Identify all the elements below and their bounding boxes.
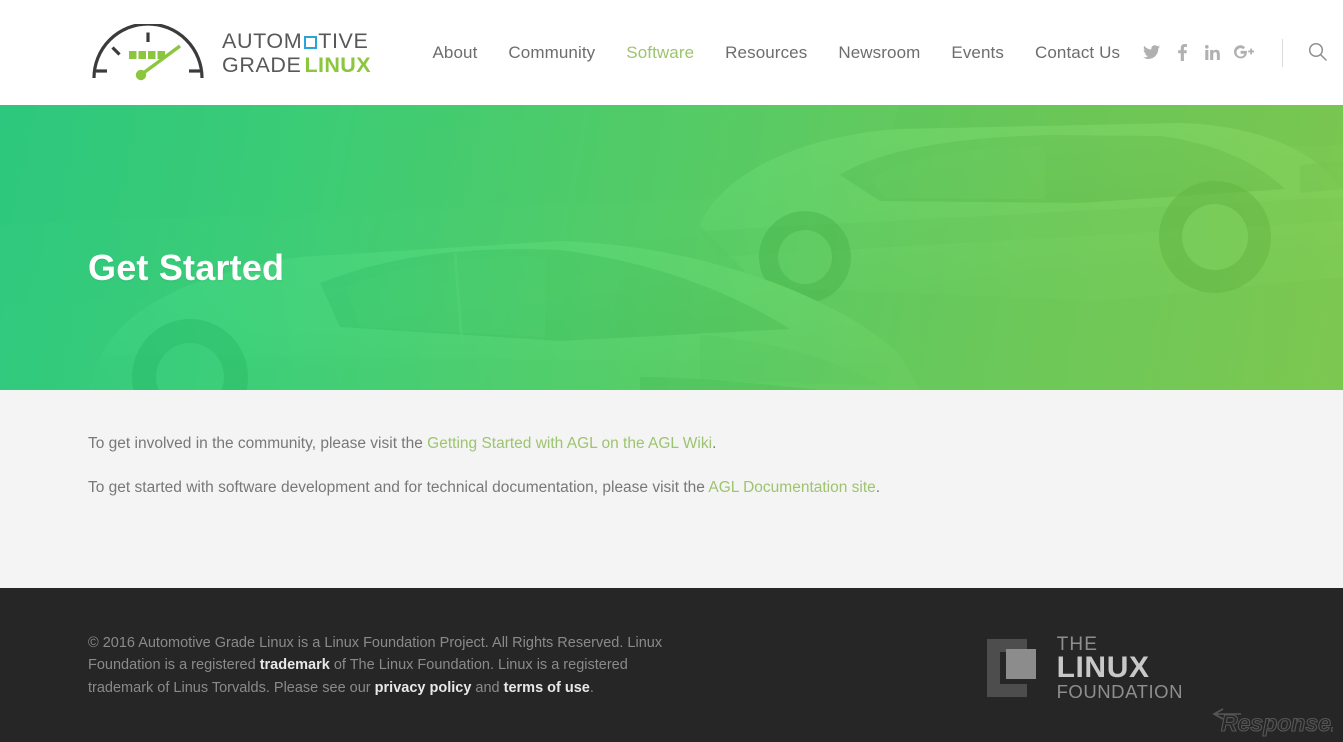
nav-item-about[interactable]: About	[417, 43, 493, 63]
legal-part-4: .	[589, 679, 594, 696]
header-utilities	[1136, 37, 1343, 69]
nav-item-software[interactable]: Software	[611, 43, 710, 63]
page-title: Get Started	[88, 246, 285, 288]
facebook-icon[interactable]	[1167, 37, 1198, 69]
nav-item-contact-us[interactable]: Contact Us	[1019, 43, 1135, 63]
paragraph1-text-before: To get involved in the community, please…	[88, 435, 428, 452]
brand-linux: LINUX	[304, 52, 371, 77]
paragraph2-text-after: .	[875, 479, 881, 497]
hero-banner: Get Started	[0, 105, 1343, 390]
nav-item-newsroom[interactable]: Newsroom	[823, 43, 936, 63]
search-button[interactable]	[1303, 38, 1333, 68]
paragraph2-text-before: To get started with software development…	[88, 479, 709, 497]
lf-foundation-text: FOUNDATION	[1056, 681, 1183, 703]
search-icon	[1308, 42, 1327, 64]
nav-item-community[interactable]: Community	[493, 43, 611, 63]
site-header: AUTOM TIVE GRADE LINUX About Community S…	[0, 0, 1343, 105]
brand-wordmark: AUTOM TIVE GRADE LINUX	[222, 29, 371, 76]
nav-item-resources[interactable]: Resources	[710, 43, 823, 63]
brand-automotive-post: TIVE	[318, 29, 369, 53]
brand-o-square-icon	[303, 36, 317, 50]
footer-legal-text: © 2016 Automotive Grade Linux is a Linux…	[88, 632, 688, 699]
brand-logo-link[interactable]: AUTOM TIVE GRADE LINUX	[88, 23, 371, 82]
lf-linux-text: LINUX	[1056, 651, 1150, 685]
twitter-icon[interactable]	[1136, 37, 1167, 69]
intro-paragraph-development: To get started with software development…	[88, 476, 1255, 499]
terms-of-use-link[interactable]: terms of use	[504, 680, 590, 696]
linux-foundation-bracket-icon	[986, 639, 1045, 698]
main-content: To get involved in the community, please…	[0, 390, 1343, 588]
agl-documentation-link[interactable]: AGL Documentation site	[708, 479, 875, 496]
brand-grade: GRADE	[222, 52, 302, 77]
intro-paragraph-community: To get involved in the community, please…	[88, 432, 1255, 455]
site-footer: © 2016 Automotive Grade Linux is a Linux…	[0, 588, 1343, 742]
social-links	[1136, 37, 1260, 69]
nav-item-events[interactable]: Events	[936, 43, 1020, 63]
agl-wiki-link[interactable]: Getting Started with AGL on the AGL Wiki	[427, 435, 712, 452]
privacy-policy-link[interactable]: privacy policy	[375, 680, 472, 696]
header-divider	[1281, 38, 1283, 67]
trademark-link[interactable]: trademark	[260, 657, 330, 673]
linux-foundation-wordmark: THE LINUX FOUNDATION	[1056, 635, 1183, 703]
linkedin-icon[interactable]	[1198, 37, 1229, 69]
speedometer-icon	[88, 23, 208, 82]
main-navigation: About Community Software Resources Newsr…	[417, 43, 1136, 63]
brand-automotive-pre: AUTOM	[222, 29, 303, 53]
googleplus-icon[interactable]	[1229, 37, 1260, 69]
paragraph1-text-after: .	[712, 435, 717, 452]
response-watermark: Response.	[1205, 704, 1333, 738]
linux-foundation-logo: THE LINUX FOUNDATION	[986, 635, 1255, 703]
legal-part-3: and	[471, 679, 504, 696]
svg-text:Response.: Response.	[1221, 710, 1333, 736]
